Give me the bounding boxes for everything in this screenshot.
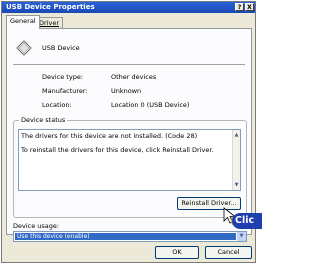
divider: [13, 64, 245, 66]
tab-general-label: General: [10, 17, 36, 25]
device-usage-label: Device usage:: [13, 222, 59, 230]
device-status-group: Device status The drivers for this devic…: [13, 116, 247, 218]
location-value: Location 0 (USB Device): [111, 101, 190, 109]
status-line-2: To reinstall the drivers for this device…: [21, 146, 214, 154]
scroll-up-icon[interactable]: ▲: [233, 131, 240, 139]
status-line-1: The drivers for this device are not inst…: [21, 132, 198, 140]
ok-label: OK: [172, 248, 182, 256]
manufacturer-label: Manufacturer:: [42, 87, 88, 95]
manufacturer-value: Unknown: [111, 87, 142, 95]
device-usage-value: Use this device (enable): [15, 233, 236, 240]
general-panel: USB Device Device type: Other devices Ma…: [6, 28, 252, 242]
device-usage-select[interactable]: Use this device (enable) ▼: [13, 231, 247, 242]
tab-driver-label: Driver: [39, 19, 60, 27]
device-usage-label-text: Device usage:: [13, 222, 60, 230]
ok-button[interactable]: OK: [155, 246, 199, 259]
location-label: Location:: [42, 101, 72, 109]
usb-device-icon: [16, 40, 32, 56]
status-textbox[interactable]: The drivers for this device are not inst…: [18, 129, 241, 191]
device-type-value: Other devices: [111, 73, 157, 81]
close-button[interactable]: X: [245, 3, 254, 11]
click-callout-text: Clic: [235, 215, 255, 226]
cancel-button[interactable]: Cancel: [205, 246, 252, 259]
status-scrollbar[interactable]: ▲ ▼: [232, 130, 240, 190]
scroll-down-icon[interactable]: ▼: [233, 181, 240, 189]
click-callout: Clic: [232, 213, 262, 229]
chevron-down-icon[interactable]: ▼: [237, 232, 246, 241]
tab-general[interactable]: General: [6, 15, 40, 29]
device-status-label: Device status: [19, 116, 68, 124]
device-type-label: Device type:: [42, 73, 84, 81]
device-name: USB Device: [42, 44, 80, 52]
cancel-label: Cancel: [217, 248, 240, 256]
window-title: USB Device Properties: [6, 3, 95, 11]
title-bar[interactable]: USB Device Properties ? X: [2, 2, 255, 13]
help-button[interactable]: ?: [235, 3, 244, 11]
properties-dialog: USB Device Properties ? X General Driver…: [1, 1, 256, 263]
